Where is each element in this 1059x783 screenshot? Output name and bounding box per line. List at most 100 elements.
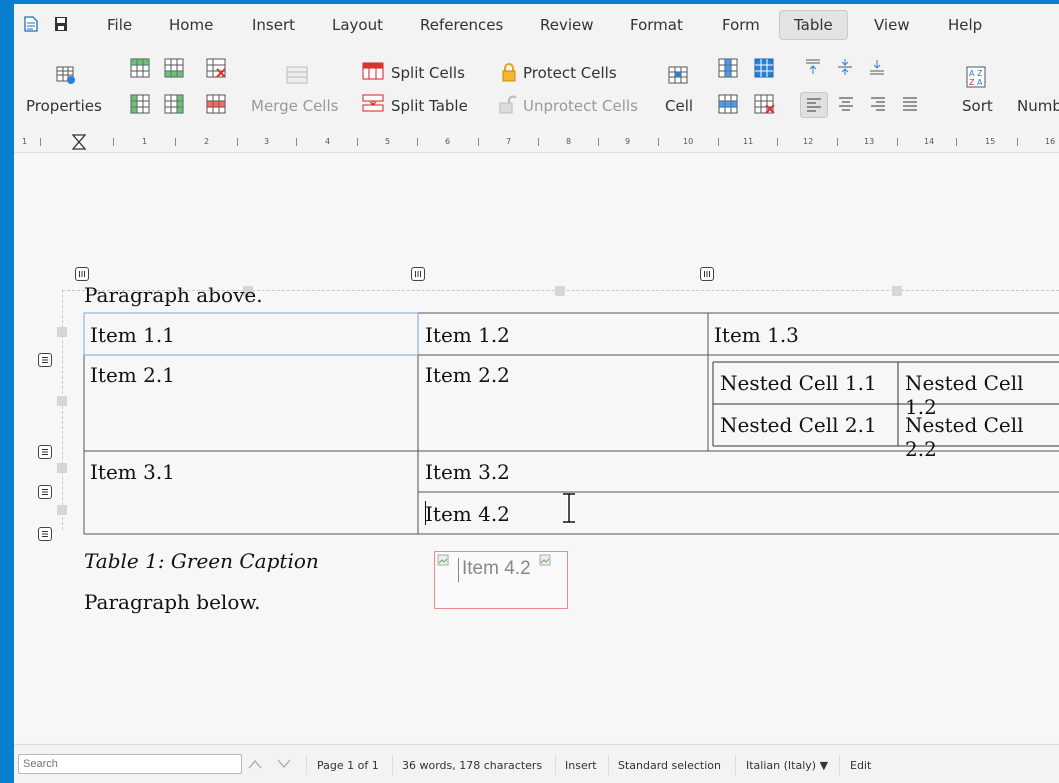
table-cell[interactable]: Item 3.1 [90,460,175,484]
divider [306,755,307,775]
ruler-tick: | [356,137,359,146]
ruler-mark: 2 [204,137,210,146]
ruler-tick: | [597,137,600,146]
table-cell[interactable]: Item 1.2 [425,323,510,347]
menu-home[interactable]: Home [169,16,213,34]
delete-row-icon[interactable] [206,58,226,78]
svg-text:A: A [969,69,975,78]
table-cell[interactable]: Item 3.2 [425,460,510,484]
text-cursor [425,501,426,525]
document-icon[interactable] [24,16,38,32]
language-selector[interactable]: Italian (Italy) ▼ [746,759,828,772]
word-count[interactable]: 36 words, 178 characters [402,759,542,772]
menu-insert[interactable]: Insert [252,16,295,34]
ruler-tick: | [717,137,720,146]
protect-cells-button[interactable]: Protect Cells [523,64,617,82]
search-input[interactable] [18,754,242,774]
ruler-mark: 15 [985,137,996,146]
align-left-button[interactable] [800,92,828,118]
split-cells-button[interactable]: Split Cells [391,64,465,82]
insert-row-above-icon[interactable] [130,58,150,78]
broken-image-icon [539,554,551,566]
menu-references[interactable]: References [420,16,503,34]
page-indicator[interactable]: Page 1 of 1 [317,759,379,772]
divider [392,755,393,775]
split-cells-icon[interactable] [362,62,384,80]
table-cell[interactable]: Item 1.3 [714,323,799,347]
save-icon[interactable] [54,16,68,32]
properties-button[interactable]: Properties [26,97,102,115]
delete-column-icon[interactable] [206,94,226,114]
menu-form[interactable]: Form [722,16,760,34]
align-top-icon[interactable] [804,58,822,76]
nested-table-cell[interactable]: Nested Cell 1.1 [720,371,877,395]
merge-cells-button[interactable]: Merge Cells [251,97,338,115]
status-bar: Page 1 of 1 36 words, 178 characters Ins… [14,744,1059,783]
unprotect-cells-button[interactable]: Unprotect Cells [523,97,638,115]
document-canvas[interactable]: Paragraph above. Item 1.1 Item 1.2 Item … [14,153,1059,740]
insert-column-right-icon[interactable] [164,94,184,114]
sort-icon[interactable]: A ZZ A [966,66,986,88]
align-center-icon[interactable] [838,97,854,111]
table-cell[interactable]: Item 1.1 [90,323,175,347]
ruler-mark: 1 [22,137,28,146]
menu-view[interactable]: View [874,16,910,34]
edit-mode[interactable]: Edit [850,759,871,772]
delete-table-icon[interactable] [754,94,776,114]
insert-row-below-icon[interactable] [164,58,184,78]
cell-button[interactable]: Cell [665,97,693,115]
select-table-icon[interactable] [754,58,774,78]
chevron-up-icon[interactable] [247,758,263,770]
table-cell[interactable]: Item 4.2 [425,502,510,526]
cell-icon[interactable] [668,66,688,84]
split-table-icon[interactable] [362,94,384,112]
align-middle-icon[interactable] [836,58,854,76]
menu-table[interactable]: Table [779,10,848,40]
unlock-icon [499,95,517,114]
align-right-icon[interactable] [870,97,886,111]
table-cell[interactable]: Item 2.1 [90,363,175,387]
justify-icon[interactable] [902,97,918,111]
ruler-mark: 6 [445,137,451,146]
nested-table-cell[interactable]: Nested Cell 1.2 [905,371,1059,419]
selection-mode[interactable]: Standard selection [618,759,721,772]
nested-table-cell[interactable]: Nested Cell 2.2 [905,413,1059,461]
menu-file[interactable]: File [107,16,132,34]
ruler-mark: 1 [142,137,148,146]
horizontal-ruler[interactable]: 1 | | 1 | 2 | 3 | 4 | 5 | 6 | 7 | 8 | 9 … [14,132,1059,153]
menu-bar: File Home Insert Layout References Revie… [14,4,1059,44]
align-bottom-icon[interactable] [868,58,886,76]
insert-mode[interactable]: Insert [565,759,597,772]
paragraph-below[interactable]: Paragraph below. [84,590,260,614]
ruler-tick: | [955,137,958,146]
ruler-tick: | [896,137,899,146]
split-table-button[interactable]: Split Table [391,97,468,115]
select-row-icon[interactable] [718,94,738,114]
menu-format[interactable]: Format [630,16,683,34]
i-beam-cursor-icon [563,493,575,523]
ruler-tick: | [295,137,298,146]
menu-help[interactable]: Help [948,16,982,34]
table-properties-icon[interactable] [56,66,76,84]
table-cell[interactable]: Item 2.2 [425,363,510,387]
indent-marker-icon[interactable] [72,134,86,150]
app-window: File Home Insert Layout References Revie… [14,4,1059,783]
menu-layout[interactable]: Layout [332,16,383,34]
lock-icon[interactable] [501,62,517,82]
divider [555,755,556,775]
nested-table-cell[interactable]: Nested Cell 2.1 [720,413,877,437]
svg-text:Z: Z [977,69,983,78]
ruler-tick: | [112,137,115,146]
select-column-icon[interactable] [718,58,738,78]
ruler-tick: | [39,137,42,146]
menu-review[interactable]: Review [540,16,594,34]
ruler-tick: | [776,137,779,146]
insert-column-left-icon[interactable] [130,94,150,114]
number-format-button[interactable]: Numb [1017,97,1059,115]
drag-preview: Item 4.2 [434,551,568,609]
chevron-down-icon[interactable] [276,758,292,770]
ruler-mark: 16 [1045,137,1056,146]
ruler-mark: 4 [325,137,331,146]
sort-button[interactable]: Sort [962,97,993,115]
table-caption[interactable]: Table 1: Green Caption [84,549,319,573]
